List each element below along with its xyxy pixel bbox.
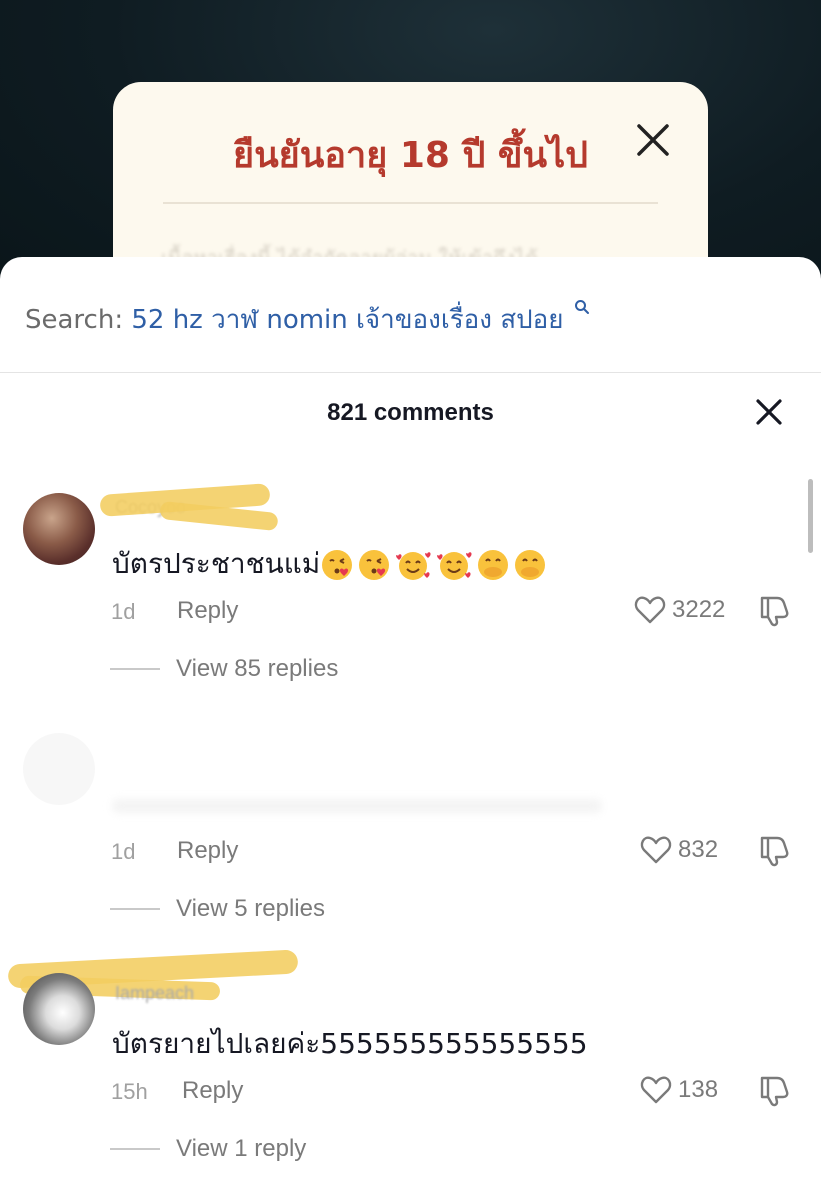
- search-label: Search:: [25, 305, 124, 335]
- modal-close-icon[interactable]: [633, 120, 673, 160]
- replies-divider-line: [110, 1148, 160, 1150]
- close-comments-icon[interactable]: [754, 397, 784, 427]
- like-count: 3222: [672, 596, 726, 623]
- replies-divider-line: [110, 908, 160, 910]
- comment-time: 1d: [111, 599, 136, 624]
- replies-divider-line: [110, 668, 160, 670]
- modal-title: ยืนยันอายุ 18 ปี ขึ้นไป: [232, 135, 589, 176]
- search-query-link[interactable]: 52 hz วาฬ nomin เจ้าของเรื่อง สปอย: [131, 305, 563, 335]
- like-button[interactable]: 3222: [634, 595, 725, 625]
- search-icon: [574, 300, 589, 314]
- comment-text: บัตรประชาชนแม่: [112, 542, 550, 586]
- heart-icon: [634, 596, 666, 624]
- comment-text-content: บัตรประชาชนแม่: [112, 547, 321, 580]
- view-replies-text: View 1 reply: [176, 1135, 307, 1162]
- smiling-hearts-emoji-icon: [396, 552, 431, 580]
- hand-over-mouth-emoji-icon: [515, 550, 546, 580]
- dislike-icon[interactable]: [757, 1075, 791, 1107]
- view-replies-link[interactable]: View 5 replies: [110, 895, 325, 923]
- view-replies-text: View 85 replies: [176, 655, 339, 682]
- like-count: 832: [678, 836, 719, 863]
- dislike-icon[interactable]: [757, 595, 791, 627]
- like-button[interactable]: 138: [640, 1075, 718, 1105]
- modal-divider: [163, 202, 658, 204]
- like-button[interactable]: 832: [640, 835, 718, 865]
- view-replies-link[interactable]: View 1 reply: [110, 1135, 306, 1163]
- kissing-heart-emoji-icon: [322, 550, 353, 580]
- comment-text: บัตรยายไปเลยค่ะ555555555555555: [112, 1027, 588, 1060]
- search-suggestion[interactable]: Search: 52 hz วาฬ nomin เจ้าของเรื่อง สป…: [25, 299, 590, 340]
- reply-button[interactable]: Reply: [177, 837, 238, 865]
- smiling-hearts-emoji-icon: [437, 552, 472, 580]
- scrollbar[interactable]: [808, 479, 813, 553]
- heart-icon: [640, 1076, 672, 1104]
- view-replies-link[interactable]: View 85 replies: [110, 655, 338, 683]
- hand-over-mouth-emoji-icon: [478, 550, 509, 580]
- reply-button[interactable]: Reply: [177, 597, 238, 625]
- comments-count: 821 comments: [327, 399, 494, 426]
- view-replies-text: View 5 replies: [176, 895, 325, 922]
- comment-time: 1d: [111, 839, 136, 864]
- reply-button[interactable]: Reply: [182, 1077, 243, 1105]
- kissing-heart-emoji-icon: [359, 550, 390, 580]
- sheet-divider: [0, 372, 821, 373]
- comments-sheet: Search: 52 hz วาฬ nomin เจ้าของเรื่อง สป…: [0, 257, 821, 1200]
- avatar[interactable]: [23, 973, 95, 1045]
- avatar[interactable]: [23, 493, 95, 565]
- comment-time: 15h: [111, 1079, 148, 1104]
- heart-icon: [640, 836, 672, 864]
- dislike-icon[interactable]: [757, 835, 791, 867]
- like-count: 138: [678, 1076, 719, 1103]
- comment-text: [112, 799, 602, 813]
- comment-username[interactable]: Iampeach: [115, 983, 194, 1004]
- avatar[interactable]: [23, 733, 95, 805]
